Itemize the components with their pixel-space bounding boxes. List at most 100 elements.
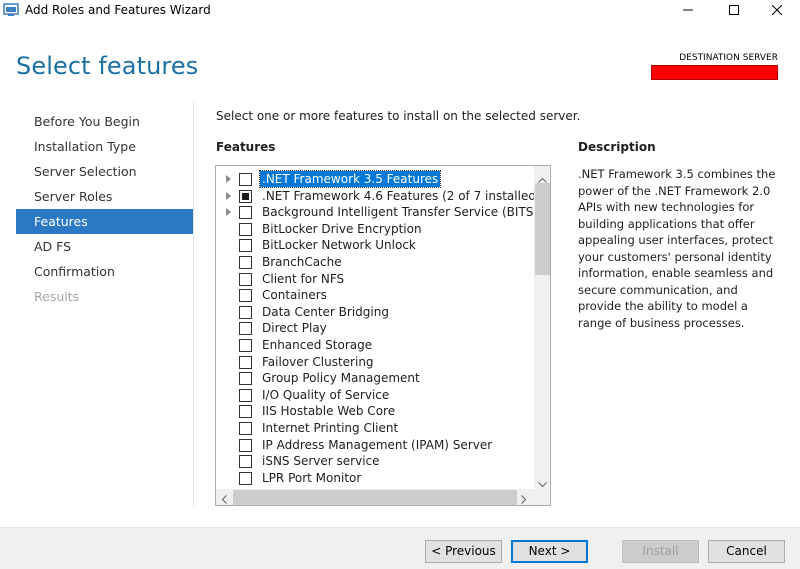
feature-row[interactable]: Group Policy Management bbox=[216, 370, 534, 387]
feature-label[interactable]: Client for NFS bbox=[260, 271, 346, 287]
feature-checkbox[interactable] bbox=[239, 421, 252, 435]
feature-row[interactable]: I/O Quality of Service bbox=[216, 387, 534, 404]
wizard-footer: < Previous Next > Install Cancel bbox=[0, 527, 800, 569]
feature-label[interactable]: IIS Hostable Web Core bbox=[260, 403, 397, 419]
feature-checkbox[interactable] bbox=[239, 438, 252, 452]
feature-row[interactable]: Data Center Bridging bbox=[216, 304, 534, 321]
feature-label[interactable]: Internet Printing Client bbox=[260, 420, 400, 436]
feature-row[interactable]: IP Address Management (IPAM) Server bbox=[216, 437, 534, 454]
feature-label[interactable]: Group Policy Management bbox=[260, 370, 422, 386]
feature-label[interactable]: Enhanced Storage bbox=[260, 337, 374, 353]
window-title: Add Roles and Features Wizard bbox=[25, 3, 211, 17]
feature-checkbox[interactable] bbox=[239, 289, 252, 303]
feature-checkbox[interactable] bbox=[239, 239, 252, 253]
horizontal-scroll-thumb[interactable] bbox=[233, 490, 517, 505]
feature-row[interactable]: Internet Printing Client bbox=[216, 420, 534, 437]
feature-label[interactable]: Containers bbox=[260, 287, 329, 303]
minimize-button[interactable] bbox=[665, 0, 711, 22]
feature-label[interactable]: BitLocker Drive Encryption bbox=[260, 221, 424, 237]
feature-checkbox[interactable] bbox=[239, 338, 252, 352]
description-text: .NET Framework 3.5 combines the power of… bbox=[578, 167, 776, 330]
vertical-scrollbar[interactable] bbox=[534, 166, 550, 490]
feature-row[interactable]: .NET Framework 3.5 Features bbox=[216, 170, 534, 188]
feature-label[interactable]: I/O Quality of Service bbox=[260, 387, 391, 403]
feature-row[interactable]: Direct Play bbox=[216, 320, 534, 337]
expand-arrow-icon[interactable] bbox=[226, 208, 231, 217]
feature-row[interactable]: .NET Framework 4.6 Features (2 of 7 inst… bbox=[216, 188, 534, 205]
cancel-button[interactable]: Cancel bbox=[708, 540, 785, 563]
nav-item-server-roles[interactable]: Server Roles bbox=[16, 184, 193, 209]
feature-checkbox[interactable] bbox=[239, 255, 252, 269]
close-button[interactable] bbox=[754, 0, 800, 22]
feature-row[interactable]: Enhanced Storage bbox=[216, 337, 534, 354]
nav-item-installation-type[interactable]: Installation Type bbox=[16, 134, 193, 159]
feature-label[interactable]: .NET Framework 3.5 Features bbox=[258, 170, 442, 188]
feature-label[interactable]: Data Center Bridging bbox=[260, 304, 391, 320]
scrollbar-corner bbox=[534, 489, 550, 505]
feature-row[interactable]: iSNS Server service bbox=[216, 453, 534, 470]
feature-label[interactable]: BitLocker Network Unlock bbox=[260, 237, 418, 253]
feature-checkbox[interactable] bbox=[239, 322, 252, 336]
feature-checkbox[interactable] bbox=[239, 206, 252, 220]
nav-item-features[interactable]: Features bbox=[16, 209, 193, 234]
feature-label[interactable]: Failover Clustering bbox=[260, 354, 376, 370]
destination-server-label: DESTINATION SERVER bbox=[679, 53, 778, 63]
server-manager-icon bbox=[3, 3, 19, 17]
feature-row[interactable]: Containers bbox=[216, 287, 534, 304]
next-button[interactable]: Next > bbox=[511, 540, 588, 563]
scroll-right-icon[interactable] bbox=[521, 493, 527, 505]
feature-label[interactable]: Background Intelligent Transfer Service … bbox=[260, 204, 534, 220]
nav-divider bbox=[193, 102, 194, 506]
feature-checkbox[interactable] bbox=[239, 405, 252, 419]
minimize-icon bbox=[683, 4, 693, 18]
features-tree: .NET Framework 3.5 Features .NET Framewor… bbox=[216, 170, 534, 487]
feature-checkbox[interactable] bbox=[239, 471, 252, 485]
feature-checkbox[interactable] bbox=[239, 455, 252, 469]
expand-arrow-icon[interactable] bbox=[226, 175, 231, 183]
scroll-left-icon[interactable] bbox=[221, 493, 227, 505]
feature-label[interactable]: BranchCache bbox=[260, 254, 344, 270]
nav-item-before-you-begin[interactable]: Before You Begin bbox=[16, 109, 193, 134]
features-list-viewport: .NET Framework 3.5 Features .NET Framewor… bbox=[216, 166, 534, 489]
features-list[interactable]: .NET Framework 3.5 Features .NET Framewor… bbox=[215, 165, 551, 506]
feature-row[interactable]: BitLocker Network Unlock bbox=[216, 237, 534, 254]
previous-button[interactable]: < Previous bbox=[425, 540, 502, 563]
vertical-scroll-thumb[interactable] bbox=[535, 183, 550, 275]
feature-checkbox[interactable] bbox=[239, 189, 252, 203]
feature-checkbox[interactable] bbox=[239, 355, 252, 369]
nav-item-ad-fs[interactable]: AD FS bbox=[16, 234, 193, 259]
feature-row[interactable]: Background Intelligent Transfer Service … bbox=[216, 204, 534, 221]
page-title: Select features bbox=[16, 52, 199, 80]
feature-label[interactable]: LPR Port Monitor bbox=[260, 470, 363, 486]
scroll-down-icon[interactable] bbox=[538, 476, 547, 490]
expand-arrow-icon[interactable] bbox=[226, 191, 231, 200]
feature-row[interactable]: Failover Clustering bbox=[216, 354, 534, 371]
horizontal-scrollbar[interactable] bbox=[216, 489, 534, 505]
feature-checkbox[interactable] bbox=[239, 372, 252, 386]
feature-label[interactable]: iSNS Server service bbox=[260, 453, 382, 469]
feature-checkbox[interactable] bbox=[239, 388, 252, 402]
close-icon bbox=[771, 4, 783, 18]
feature-row[interactable]: IIS Hostable Web Core bbox=[216, 403, 534, 420]
feature-checkbox[interactable] bbox=[239, 173, 252, 186]
maximize-button[interactable] bbox=[711, 0, 757, 22]
feature-checkbox[interactable] bbox=[239, 305, 252, 319]
wizard-steps-nav: Before You Begin Installation Type Server … bbox=[16, 109, 193, 309]
destination-server-redacted bbox=[651, 65, 778, 80]
install-button: Install bbox=[622, 540, 699, 563]
feature-row[interactable]: Client for NFS bbox=[216, 271, 534, 288]
feature-label[interactable]: .NET Framework 4.6 Features (2 of 7 inst… bbox=[260, 188, 534, 204]
instructions-text: Select one or more features to install o… bbox=[216, 109, 581, 123]
feature-label[interactable]: Direct Play bbox=[260, 320, 329, 336]
feature-row[interactable]: LPR Port Monitor bbox=[216, 470, 534, 487]
feature-row[interactable]: BranchCache bbox=[216, 254, 534, 271]
maximize-icon bbox=[729, 4, 739, 18]
feature-label[interactable]: IP Address Management (IPAM) Server bbox=[260, 437, 494, 453]
feature-checkbox[interactable] bbox=[239, 272, 252, 286]
nav-item-results: Results bbox=[34, 289, 80, 304]
title-bar: Add Roles and Features Wizard bbox=[0, 0, 800, 22]
nav-item-server-selection[interactable]: Server Selection bbox=[16, 159, 193, 184]
nav-item-confirmation[interactable]: Confirmation bbox=[16, 259, 193, 284]
feature-checkbox[interactable] bbox=[239, 222, 252, 236]
feature-row[interactable]: BitLocker Drive Encryption bbox=[216, 221, 534, 238]
